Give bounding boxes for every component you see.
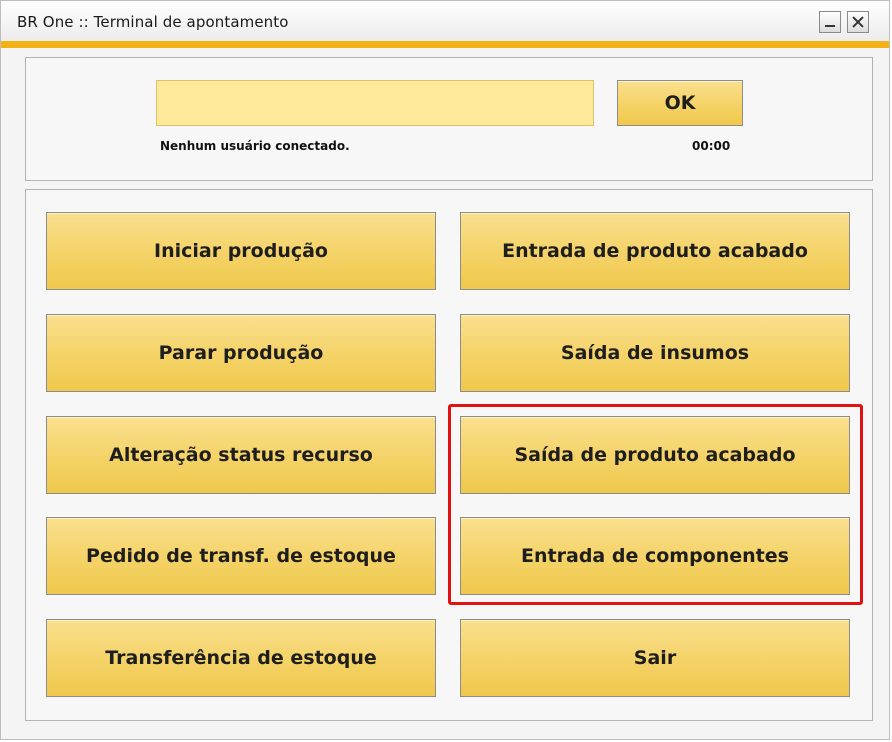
- finished-product-entry-button[interactable]: Entrada de produto acabado: [460, 212, 850, 290]
- app-window: BR One :: Terminal de apontamento OK Nen…: [0, 0, 890, 740]
- start-production-button[interactable]: Iniciar produção: [46, 212, 436, 290]
- login-panel: OK Nenhum usuário conectado. 00:00: [25, 57, 873, 181]
- timer-display: 00:00: [692, 139, 731, 153]
- exit-button[interactable]: Sair: [460, 619, 850, 697]
- stop-production-button[interactable]: Parar produção: [46, 314, 436, 392]
- components-entry-button[interactable]: Entrada de componentes: [460, 517, 850, 595]
- stock-transfer-button[interactable]: Transferência de estoque: [46, 619, 436, 697]
- title-bar: BR One :: Terminal de apontamento: [1, 1, 889, 41]
- title-accent-bar: [1, 41, 889, 48]
- supplies-output-button[interactable]: Saída de insumos: [460, 314, 850, 392]
- finished-product-output-button[interactable]: Saída de produto acabado: [460, 416, 850, 494]
- connection-status: Nenhum usuário conectado.: [160, 139, 350, 153]
- stock-transfer-request-button[interactable]: Pedido de transf. de estoque: [46, 517, 436, 595]
- user-code-input[interactable]: [156, 80, 594, 126]
- minimize-icon[interactable]: [819, 11, 841, 33]
- actions-panel: Iniciar produção Entrada de produto acab…: [25, 189, 873, 721]
- close-icon[interactable]: [847, 11, 869, 33]
- window-title: BR One :: Terminal de apontamento: [17, 13, 289, 31]
- ok-button[interactable]: OK: [617, 80, 743, 126]
- resource-status-change-button[interactable]: Alteração status recurso: [46, 416, 436, 494]
